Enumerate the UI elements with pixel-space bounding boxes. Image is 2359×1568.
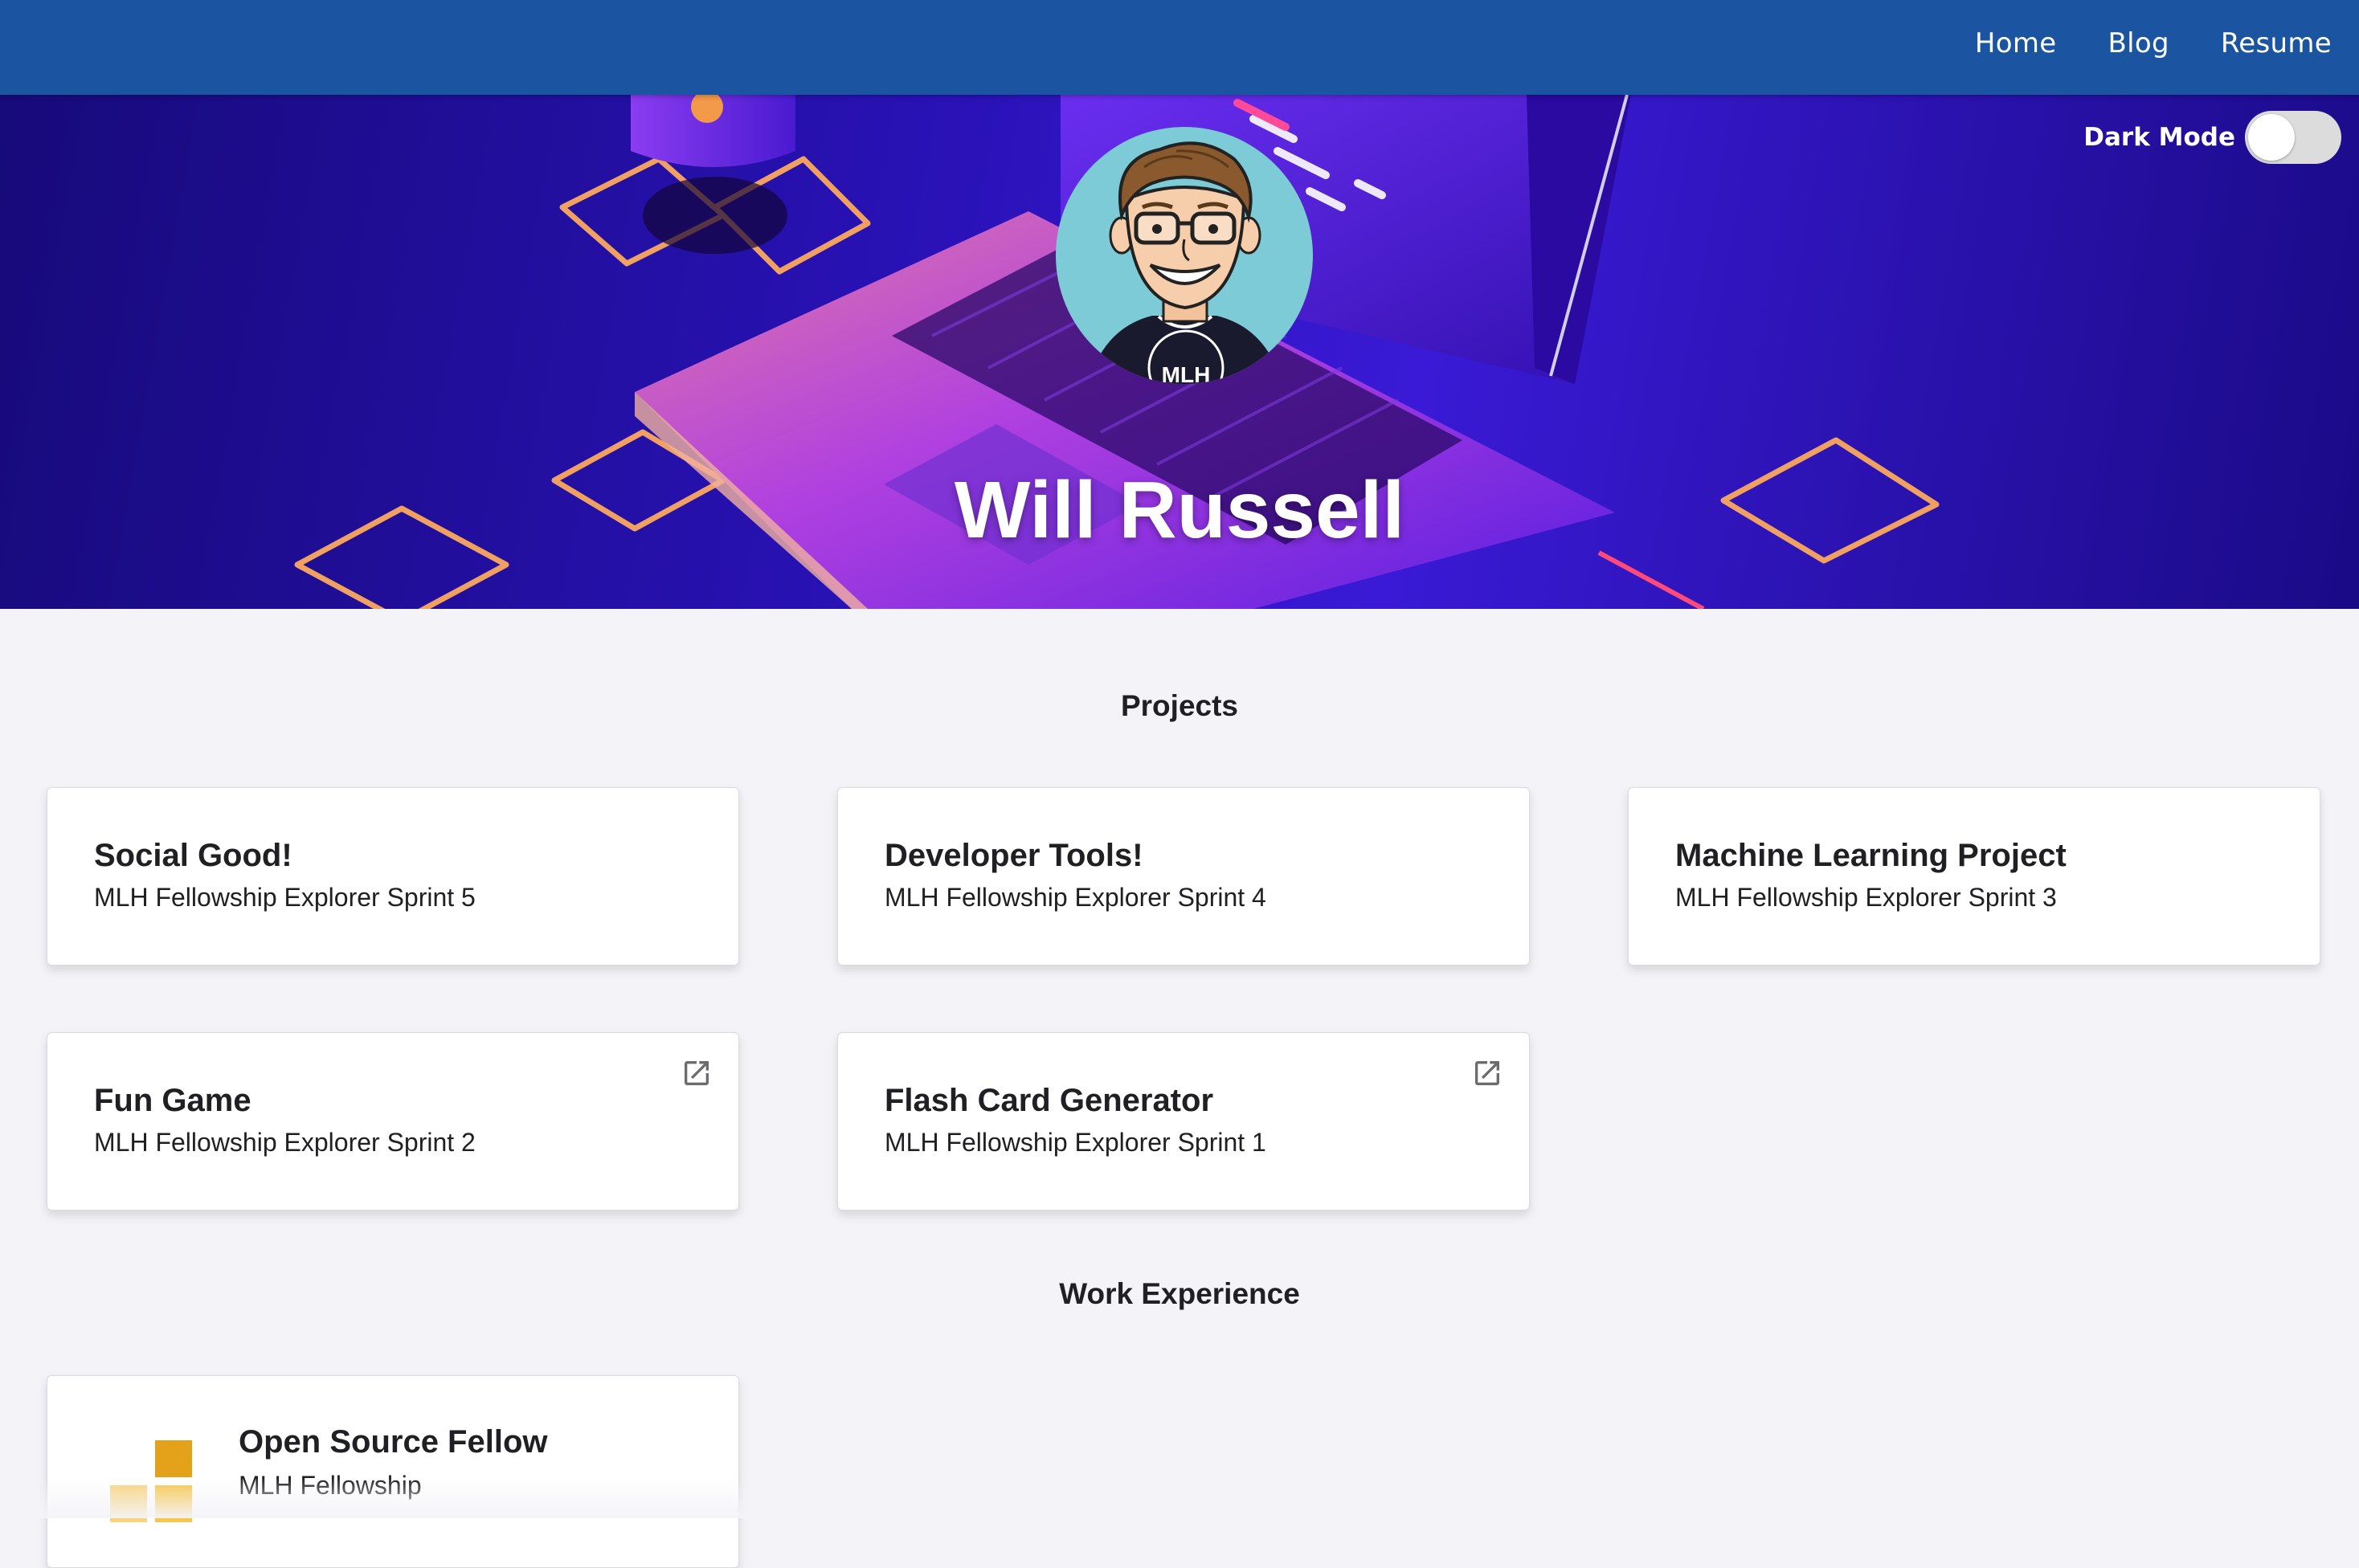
cartoon-avatar-icon: MLH	[1088, 141, 1282, 384]
svg-text:MLH: MLH	[1162, 362, 1211, 384]
project-title: Fun Game	[94, 1083, 251, 1118]
nav-link-resume[interactable]: Resume	[2221, 27, 2332, 59]
project-card-developer-tools[interactable]: Developer Tools! MLH Fellowship Explorer…	[837, 787, 1530, 966]
hero-banner: Dark Mode MLH Will Russell	[0, 95, 2359, 609]
project-subtitle: MLH Fellowship Explorer Sprint 5	[94, 883, 476, 912]
hero-name: Will Russell	[954, 465, 1405, 555]
project-subtitle: MLH Fellowship Explorer Sprint 2	[94, 1128, 476, 1157]
project-card-machine-learning[interactable]: Machine Learning Project MLH Fellowship …	[1628, 787, 2320, 966]
project-subtitle: MLH Fellowship Explorer Sprint 4	[885, 883, 1266, 912]
nav-link-blog[interactable]: Blog	[2108, 27, 2169, 59]
project-subtitle: MLH Fellowship Explorer Sprint 1	[885, 1128, 1266, 1157]
bottom-fade	[0, 1478, 2359, 1518]
project-title: Flash Card Generator	[885, 1083, 1214, 1118]
external-link-icon[interactable]	[1471, 1057, 1503, 1089]
project-title: Machine Learning Project	[1675, 838, 2067, 873]
nav-link-home[interactable]: Home	[1975, 27, 2057, 59]
project-card-flash-card-generator[interactable]: Flash Card Generator MLH Fellowship Expl…	[837, 1032, 1530, 1211]
dark-mode-control: Dark Mode	[2083, 111, 2341, 164]
project-card-fun-game[interactable]: Fun Game MLH Fellowship Explorer Sprint …	[47, 1032, 739, 1211]
work-section-title: Work Experience	[1059, 1277, 1300, 1310]
projects-section-title: Projects	[1120, 689, 1238, 722]
project-card-social-good[interactable]: Social Good! MLH Fellowship Explorer Spr…	[47, 787, 739, 966]
project-title: Social Good!	[94, 838, 292, 873]
work-title: Open Source Fellow	[239, 1424, 548, 1460]
work-card-open-source-fellow[interactable]: Open Source Fellow MLH Fellowship	[47, 1375, 739, 1568]
toggle-knob	[2248, 114, 2295, 161]
project-title: Developer Tools!	[885, 838, 1143, 873]
nav-links: Home Blog Resume	[1975, 0, 2332, 87]
top-navbar: Home Blog Resume	[0, 0, 2359, 95]
external-link-icon[interactable]	[681, 1057, 713, 1089]
dark-mode-toggle[interactable]	[2245, 111, 2341, 164]
project-subtitle: MLH Fellowship Explorer Sprint 3	[1675, 883, 2057, 912]
dark-mode-label: Dark Mode	[2083, 123, 2235, 152]
profile-avatar: MLH	[1056, 127, 1313, 384]
